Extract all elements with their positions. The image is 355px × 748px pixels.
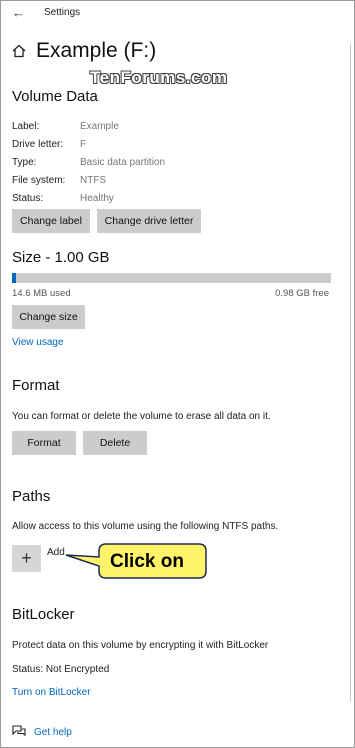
drive-letter-row: Drive letter: F	[12, 139, 86, 150]
usage-bar-fill	[12, 273, 16, 283]
label-field-value: Example	[80, 121, 119, 132]
size-heading: Size - 1.00 GB	[12, 249, 110, 266]
paths-description: Allow access to this volume using the fo…	[12, 521, 279, 532]
format-description: You can format or delete the volume to e…	[12, 411, 271, 422]
drive-letter-label: Drive letter:	[12, 139, 64, 150]
back-arrow-icon[interactable]: ←	[12, 5, 25, 20]
click-on-callout: Click on	[65, 543, 207, 579]
change-size-button[interactable]: Change size	[12, 305, 85, 329]
file-system-row: File system: NTFS	[12, 175, 106, 186]
callout-text: Click on	[110, 551, 184, 572]
page-title: Example (F:)	[36, 39, 157, 62]
change-drive-letter-button[interactable]: Change drive letter	[97, 209, 201, 233]
view-usage-link[interactable]: View usage	[12, 337, 64, 348]
app-title: Settings	[44, 7, 81, 18]
free-space-text: 0.98 GB free	[275, 288, 329, 299]
bitlocker-heading: BitLocker	[12, 606, 75, 623]
status-row: Status: Healthy	[12, 193, 114, 204]
drive-letter-value: F	[80, 139, 87, 150]
turn-on-bitlocker-link[interactable]: Turn on BitLocker	[12, 687, 91, 698]
get-help-icon	[12, 725, 26, 737]
bitlocker-status: Status: Not Encrypted	[12, 664, 110, 675]
title-bar: ← Settings	[0, 0, 355, 28]
used-space-text: 14.6 MB used	[12, 288, 71, 299]
type-row: Type: Basic data partition	[12, 157, 165, 168]
format-button[interactable]: Format	[12, 431, 76, 455]
window-frame	[0, 0, 355, 748]
status-value: Healthy	[80, 193, 114, 204]
get-help-link[interactable]: Get help	[34, 727, 72, 738]
file-system-label: File system:	[12, 175, 66, 186]
label-row: Label: Example	[12, 121, 119, 132]
paths-heading: Paths	[12, 488, 51, 505]
label-field-label: Label:	[12, 121, 40, 132]
delete-button[interactable]: Delete	[83, 431, 147, 455]
file-system-value: NTFS	[80, 175, 107, 186]
plus-icon: +	[21, 548, 32, 568]
add-path-button[interactable]: +	[12, 545, 41, 572]
volume-data-heading: Volume Data	[12, 88, 98, 105]
bitlocker-description: Protect data on this volume by encryptin…	[12, 640, 269, 651]
type-value: Basic data partition	[80, 157, 166, 168]
scrollbar[interactable]	[350, 44, 351, 702]
status-label: Status:	[12, 193, 44, 204]
usage-bar	[12, 273, 331, 283]
watermark: TenForums.com	[90, 68, 228, 87]
type-label: Type:	[12, 157, 37, 168]
home-icon	[12, 44, 26, 58]
format-heading: Format	[12, 377, 60, 394]
change-label-button[interactable]: Change label	[12, 209, 90, 233]
